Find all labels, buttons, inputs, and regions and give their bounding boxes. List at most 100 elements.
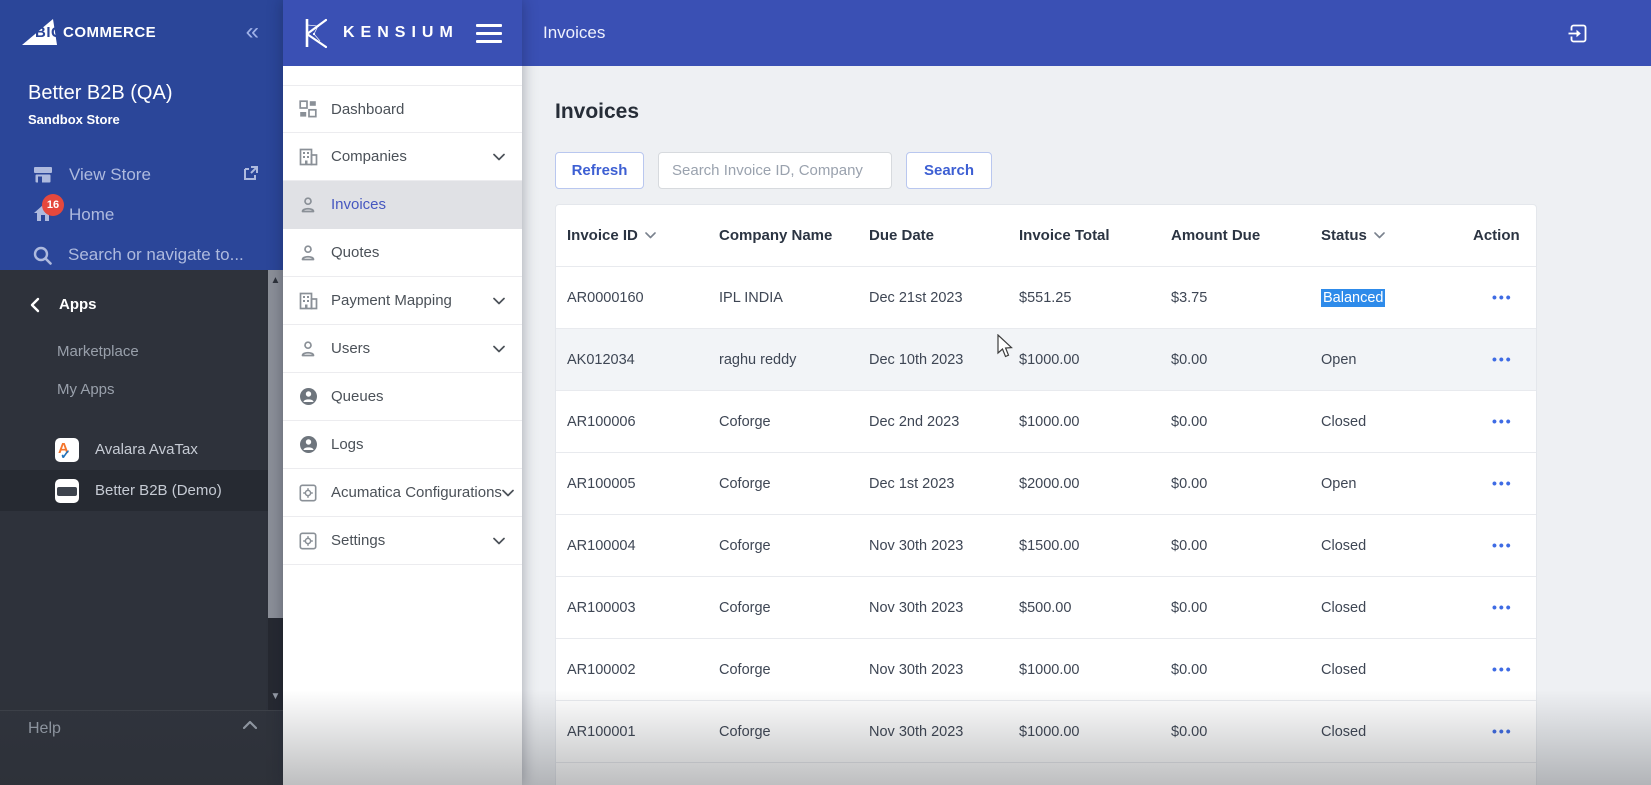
cell-company-name: Coforge [719,661,771,678]
table-body: AR0000160 IPL INDIA Dec 21st 2023 $551.2… [556,267,1536,763]
help-bar[interactable]: Help [0,710,283,785]
hamburger-menu-icon[interactable] [476,23,502,43]
cell-status: Closed [1321,724,1473,740]
cell-invoice-id: AR0000160 [567,289,644,306]
chevron-down-icon [493,340,505,358]
cell-amount-due: $0.00 [1171,475,1208,492]
search-button[interactable]: Search [906,152,992,189]
logo-text-suffix: COMMERCE [63,23,157,41]
row-actions-button[interactable]: ••• [1492,537,1513,553]
bigcommerce-nav: View Store 16 Home Search or navigate to… [0,155,283,275]
menu-item-companies[interactable]: Companies [283,133,522,181]
exit-app-icon[interactable] [1566,22,1589,45]
home-icon: 16 [33,193,64,227]
building-icon [297,148,319,166]
store-subtitle: Sandbox Store [28,112,120,127]
cell-company-name: Coforge [719,723,771,740]
cell-invoice-total: $1500.00 [1019,537,1080,554]
menu-item-logs[interactable]: Logs [283,421,522,469]
status-value: Open [1321,475,1357,492]
main-area: Invoices Invoices Refresh Search Invoice… [522,0,1651,785]
invoices-toolbar: Refresh Search [555,152,1651,189]
search-input[interactable] [658,152,892,189]
menu-item-users[interactable]: Users [283,325,522,373]
table-row: AR0000160 IPL INDIA Dec 21st 2023 $551.2… [556,267,1536,329]
cell-status: Closed [1321,414,1473,430]
cell-invoice-total: $551.25 [1019,289,1072,306]
menu-item-invoices[interactable]: Invoices [283,181,522,229]
dashboard-icon [297,100,319,118]
installed-apps-list: A ✓ Avalara AvaTax Better B2B (Demo) [0,429,283,511]
row-actions-button[interactable]: ••• [1492,599,1513,615]
app-item-better-b2b[interactable]: Better B2B (Demo) [0,470,283,511]
kensium-header: KENSIUM [283,0,522,66]
menu-item-payment-mapping[interactable]: Payment Mapping [283,277,522,325]
column-invoice-id[interactable]: Invoice ID [567,227,719,244]
apps-link-my-apps[interactable]: My Apps [57,381,283,398]
column-amount-due: Amount Due [1171,227,1261,244]
row-actions-button[interactable]: ••• [1492,475,1513,491]
cell-invoice-id: AR100002 [567,661,636,678]
cell-status: Closed [1321,538,1473,554]
nav-home[interactable]: 16 Home [0,193,283,235]
row-actions-button[interactable]: ••• [1492,723,1513,739]
cell-action: ••• [1473,661,1536,678]
gear-square-icon [297,531,319,550]
apps-back-header[interactable]: Apps [0,270,283,313]
scroll-up-icon[interactable]: ▲ [268,276,283,286]
cell-company-name: Coforge [719,413,771,430]
row-actions-button[interactable]: ••• [1492,413,1513,429]
scroll-down-icon[interactable]: ▼ [268,692,283,702]
menu-item-settings[interactable]: Settings [283,517,522,565]
table-row: AR100004 Coforge Nov 30th 2023 $1500.00 … [556,515,1536,577]
table-row: AR100003 Coforge Nov 30th 2023 $500.00 $… [556,577,1536,639]
kensium-logo-icon [305,18,328,49]
cell-due-date: Dec 21st 2023 [869,289,963,306]
status-value: Closed [1321,661,1367,678]
nav-search[interactable]: Search or navigate to... [0,235,283,275]
row-actions-button[interactable]: ••• [1492,661,1513,677]
sort-chevron-icon [645,232,656,239]
cell-invoice-id: AK012034 [567,351,635,368]
column-invoice-total: Invoice Total [1019,227,1110,244]
nav-view-store[interactable]: View Store [0,155,283,195]
scrollbar-thumb[interactable] [268,270,283,618]
column-status[interactable]: Status [1321,227,1473,244]
person-icon [297,196,319,214]
cell-company-name: Coforge [719,599,771,616]
external-link-icon [243,165,259,186]
help-label: Help [28,720,61,737]
building-icon [297,292,319,310]
menu-item-queues[interactable]: Queues [283,373,522,421]
bigcommerce-sidebar: BIG COMMERCE « Better B2B (QA) Sandbox S… [0,0,283,785]
refresh-button[interactable]: Refresh [555,152,644,189]
app-item-avalara[interactable]: A ✓ Avalara AvaTax [0,429,283,470]
row-actions-button[interactable]: ••• [1492,289,1513,305]
notification-badge: 16 [42,193,64,216]
row-actions-button[interactable]: ••• [1492,351,1513,367]
column-action: Action [1473,227,1520,244]
apps-link-marketplace[interactable]: Marketplace [57,343,283,360]
person-circle-icon [297,435,319,454]
cell-due-date: Nov 30th 2023 [869,723,964,740]
table-header-row: Invoice ID Company Name Due Date Invoice… [556,205,1536,267]
apps-scrollbar[interactable]: ▲ ▼ [268,270,283,710]
cell-invoice-id: AR100001 [567,723,636,740]
invoices-page: Invoices Refresh Search Invoice ID Compa… [522,66,1651,785]
app-topbar: Invoices [522,0,1651,66]
menu-item-acumatica-configurations[interactable]: Acumatica Configurations [283,469,522,517]
cell-invoice-id: AR100005 [567,475,636,492]
cell-amount-due: $0.00 [1171,537,1208,554]
menu-item-dashboard[interactable]: Dashboard [283,85,522,133]
avalara-app-icon: A ✓ [55,437,79,462]
cell-action: ••• [1473,351,1536,368]
cell-status: Closed [1321,662,1473,678]
kensium-brand: KENSIUM [343,24,459,41]
store-info: Better B2B (QA) Sandbox Store [28,82,283,127]
better-b2b-app-icon [55,478,79,503]
search-icon [33,246,52,265]
column-due-date: Due Date [869,227,935,244]
collapse-sidebar-icon[interactable]: « [246,20,259,44]
menu-item-quotes[interactable]: Quotes [283,229,522,277]
app-window: BIG COMMERCE « Better B2B (QA) Sandbox S… [0,0,1651,785]
